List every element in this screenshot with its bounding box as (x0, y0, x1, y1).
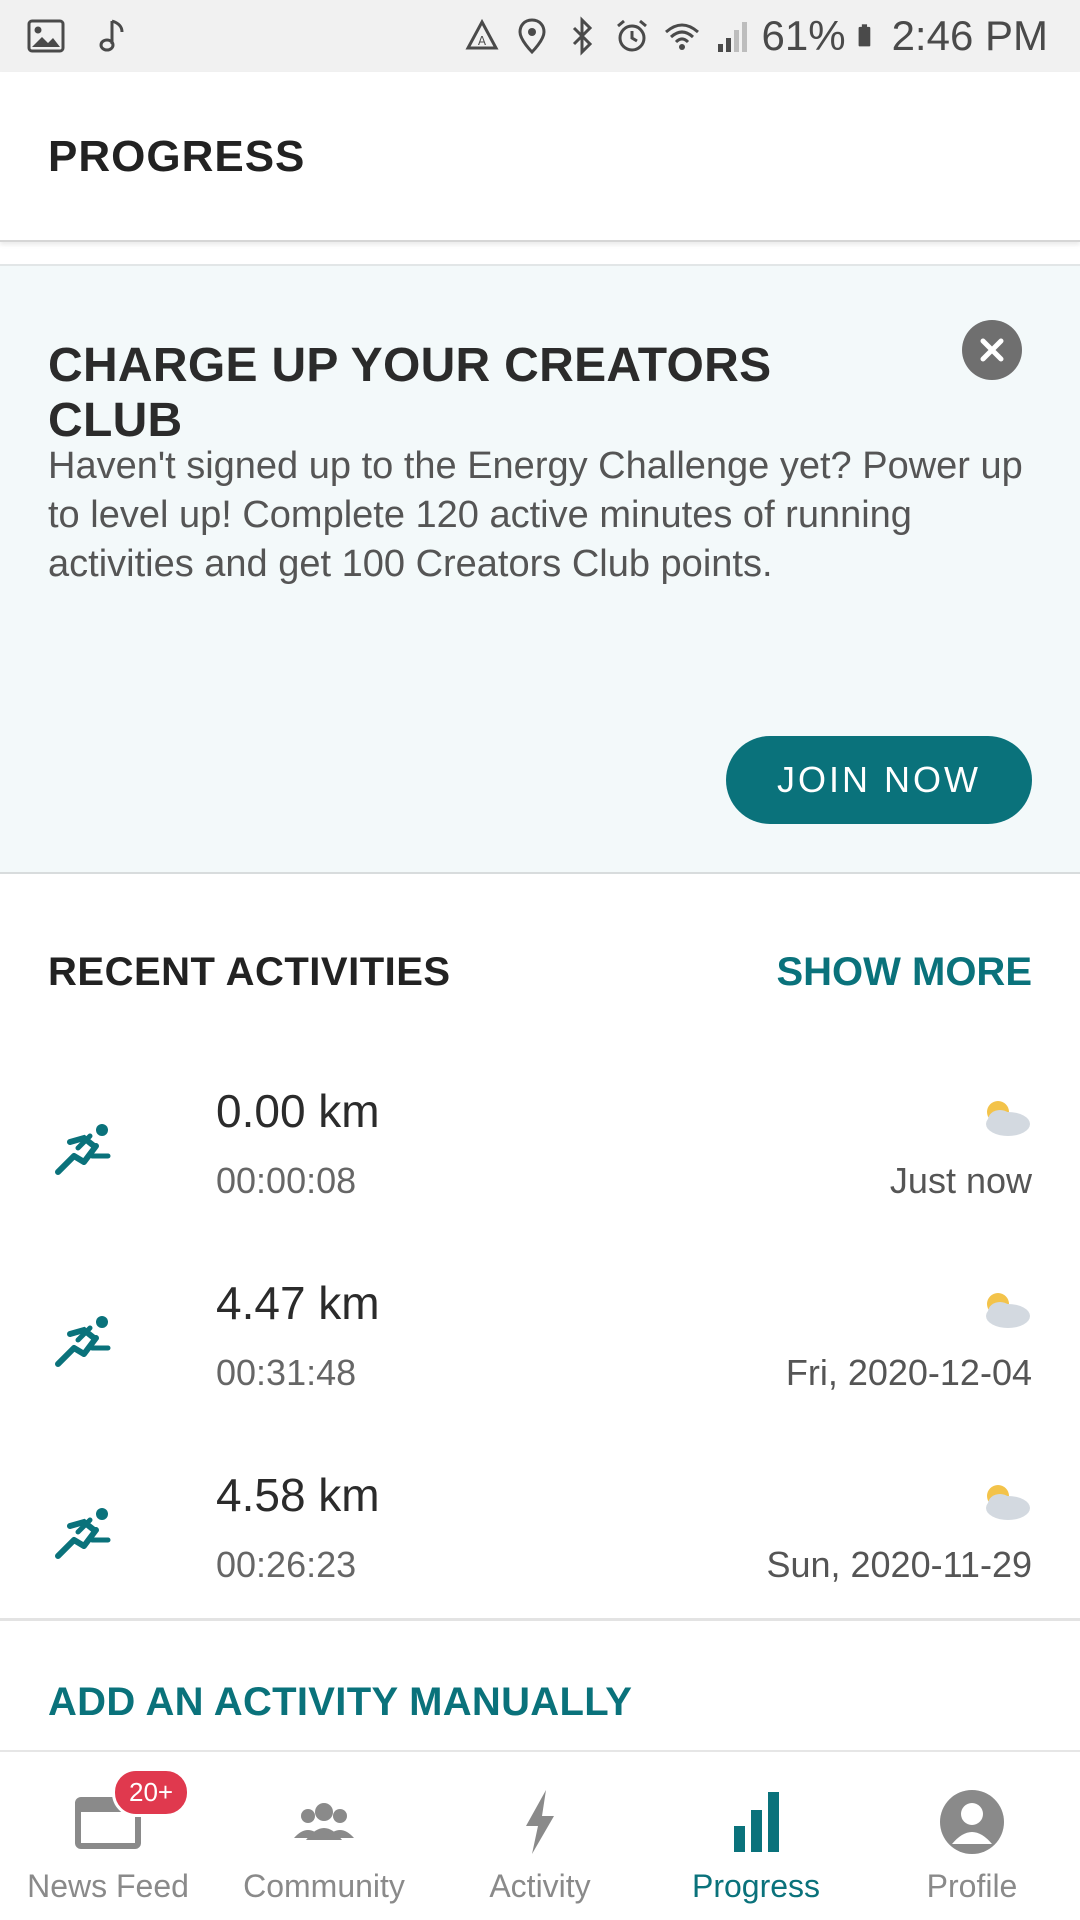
promo-body: Haven't signed up to the Energy Challeng… (48, 445, 1023, 585)
activity-distance: 4.58 km (216, 1469, 380, 1521)
nav-label: Activity (489, 1868, 591, 1904)
partly-cloudy-icon (986, 1101, 1030, 1136)
battery-icon (858, 24, 870, 47)
join-now-button[interactable]: JOIN NOW (726, 736, 1032, 824)
nav-news-feed[interactable]: 20+ News Feed (0, 1752, 216, 1920)
activity-date: Fri, 2020-12-04 (785, 1352, 1032, 1393)
wifi-icon (664, 23, 699, 50)
activity-duration: 00:00:08 (216, 1160, 357, 1201)
nav-label: Profile (926, 1868, 1018, 1904)
running-icon (55, 1508, 111, 1559)
notification-badge: 20+ (112, 1768, 191, 1817)
nav-progress[interactable]: Progress (648, 1752, 864, 1920)
activity-date: Just now (889, 1160, 1032, 1201)
lightning-icon (526, 1790, 554, 1854)
alarm-icon (616, 19, 647, 52)
clock: 2:46 PM (891, 12, 1048, 59)
activity-list: 0.00 km 00:00:08 Just now 4.47 km 00:31:… (0, 1060, 1080, 1636)
partly-cloudy-icon (986, 1485, 1030, 1520)
community-icon (294, 1803, 354, 1840)
show-more-link[interactable]: SHOW MORE (776, 950, 1032, 995)
activity-date: Sun, 2020-11-29 (766, 1544, 1032, 1585)
nav-label: Community (243, 1868, 405, 1904)
activity-row[interactable]: 0.00 km 00:00:08 Just now (0, 1060, 1080, 1252)
recent-activities-header: RECENT ACTIVITIES SHOW MORE (0, 920, 1080, 1020)
running-icon (55, 1316, 111, 1367)
close-icon (980, 338, 1004, 362)
close-button[interactable] (962, 320, 1022, 380)
activity-duration: 00:26:23 (216, 1544, 357, 1585)
svg-text:A: A (477, 34, 486, 48)
activity-distance: 4.47 km (216, 1277, 380, 1329)
page-title: PROGRESS (48, 132, 306, 181)
music-note-icon (99, 19, 124, 52)
battery-percent: 61% (761, 12, 846, 59)
activity-row[interactable]: 4.47 km 00:31:48 Fri, 2020-12-04 (0, 1252, 1080, 1444)
running-icon (55, 1124, 111, 1175)
status-bar: A 61% 2:46 PM (0, 0, 1080, 72)
gallery-icon (27, 19, 65, 53)
divider (0, 1618, 1080, 1621)
promo-card: CHARGE UP YOUR CREATORS CLUB Haven't sig… (0, 264, 1080, 874)
nav-label: News Feed (27, 1868, 189, 1904)
app-header: PROGRESS (0, 72, 1080, 242)
bluetooth-icon (572, 16, 592, 56)
partly-cloudy-icon (986, 1293, 1030, 1328)
signal-icon (717, 22, 747, 52)
bar-chart-icon (734, 1792, 779, 1852)
nav-activity[interactable]: Activity (432, 1752, 648, 1920)
nav-profile[interactable]: Profile (864, 1752, 1080, 1920)
nav-community[interactable]: Community (216, 1752, 432, 1920)
activity-row[interactable]: 4.58 km 00:26:23 Sun, 2020-11-29 (0, 1444, 1080, 1636)
location-icon (518, 18, 546, 55)
activity-distance: 0.00 km (216, 1085, 380, 1137)
recycle-icon: A (465, 18, 499, 50)
nav-label: Progress (691, 1868, 821, 1904)
section-title: RECENT ACTIVITIES (48, 950, 451, 994)
activity-duration: 00:31:48 (216, 1352, 357, 1393)
add-activity-manually-link[interactable]: ADD AN ACTIVITY MANUALLY (48, 1680, 632, 1725)
bottom-nav: 20+ News Feed Community Activity Progres… (0, 1750, 1080, 1920)
promo-title: CHARGE UP YOUR CREATORS CLUB (48, 339, 772, 447)
profile-icon (940, 1790, 1004, 1854)
